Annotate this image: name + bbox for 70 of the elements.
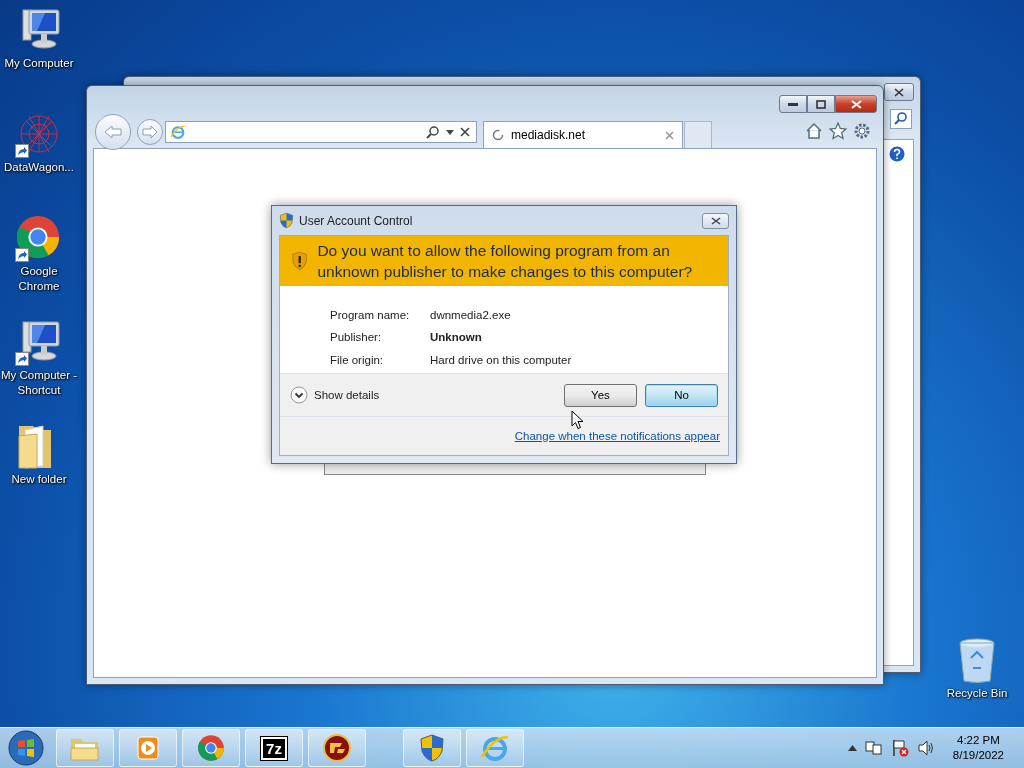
close-icon[interactable] (460, 127, 470, 137)
uac-question: Do you want to allow the following program from an unknown publisher to make changes to this computer? (317, 241, 694, 282)
home-icon[interactable] (805, 122, 823, 140)
clock-date: 8/19/2022 (952, 748, 1004, 763)
show-details-button[interactable]: Show details (290, 386, 556, 404)
taskbar-button[interactable] (182, 729, 240, 767)
archiver-logo: 7z (261, 736, 287, 760)
caret-up-icon[interactable] (847, 745, 857, 751)
detail-value: dwnmedia2.exe (430, 308, 512, 323)
close-button[interactable] (702, 212, 729, 229)
clock[interactable]: 4:22 PM 8/19/2022 (952, 733, 1004, 763)
detail-label: Publisher: (330, 330, 383, 346)
detail-label: File origin: (330, 352, 385, 368)
close-button[interactable] (884, 83, 914, 101)
arrow-left-icon (103, 124, 123, 140)
media-player-icon (135, 735, 161, 761)
star-icon[interactable] (829, 122, 847, 140)
clock-time: 4:22 PM (957, 733, 1000, 748)
help-icon (889, 146, 905, 162)
desktop-icon-label[interactable]: My Computer (4, 56, 74, 71)
flag-icon[interactable] (890, 739, 909, 757)
settings-link[interactable]: Change when these notifications appear (514, 430, 720, 442)
network-icon[interactable] (864, 740, 883, 756)
search-icon (890, 109, 912, 129)
browser-tab[interactable]: mediadisk.net (483, 121, 683, 148)
chrome-icon (197, 734, 225, 762)
desktop-icon-label[interactable]: DataWagon... (4, 160, 74, 175)
address-field[interactable] (165, 121, 477, 143)
restore-button[interactable] (807, 95, 835, 113)
mouse-cursor-icon (571, 410, 584, 430)
shortcut-arrow-icon (15, 248, 29, 262)
recycle-bin-icon (957, 636, 997, 684)
shortcut-arrow-icon (15, 144, 29, 158)
speaker-icon[interactable] (916, 740, 935, 756)
shield-icon (419, 733, 445, 763)
close-icon (894, 87, 904, 97)
taskbar-button[interactable] (308, 729, 366, 767)
restore-icon (816, 99, 826, 109)
close-button[interactable] (835, 95, 877, 113)
windows-orb-icon (8, 730, 44, 766)
desktop-icon-label[interactable]: Recycle Bin (946, 686, 1008, 701)
chevron-down-icon (290, 386, 308, 404)
minimize-button[interactable] (779, 95, 807, 113)
internet-explorer-icon (480, 733, 510, 763)
taskbar-button[interactable]: 7z (245, 729, 303, 767)
start-button[interactable] (6, 730, 46, 766)
desktop-icon-label[interactable]: New folder (11, 472, 67, 487)
settings-icon[interactable] (853, 122, 871, 140)
game-logo-icon (322, 733, 352, 763)
close-icon (710, 216, 721, 225)
yes-button[interactable]: Yes (564, 383, 637, 407)
no-button[interactable]: No (645, 383, 718, 407)
shield-icon (279, 212, 294, 229)
detail-label: Program name: (330, 308, 411, 323)
desktop-icon-label[interactable]: My Computer - Shortcut (0, 368, 78, 398)
arrow-right-icon (142, 125, 158, 139)
dialog-title: User Account Control (299, 213, 414, 228)
back-button[interactable] (95, 114, 131, 150)
chrome-icon (15, 214, 61, 260)
search-icon[interactable] (426, 125, 440, 139)
loading-icon (492, 129, 504, 141)
internet-explorer-icon (170, 124, 186, 140)
taskbar-button[interactable] (403, 729, 461, 767)
detail-value: Hard drive on this computer (430, 352, 573, 368)
close-icon (850, 99, 862, 109)
caret-icon[interactable] (446, 129, 454, 135)
shortcut-arrow-icon (15, 352, 29, 366)
minimize-icon (788, 102, 798, 106)
detail-value: Unknown (430, 330, 483, 346)
desktop-icon-label[interactable]: Google Chrome (0, 264, 78, 294)
